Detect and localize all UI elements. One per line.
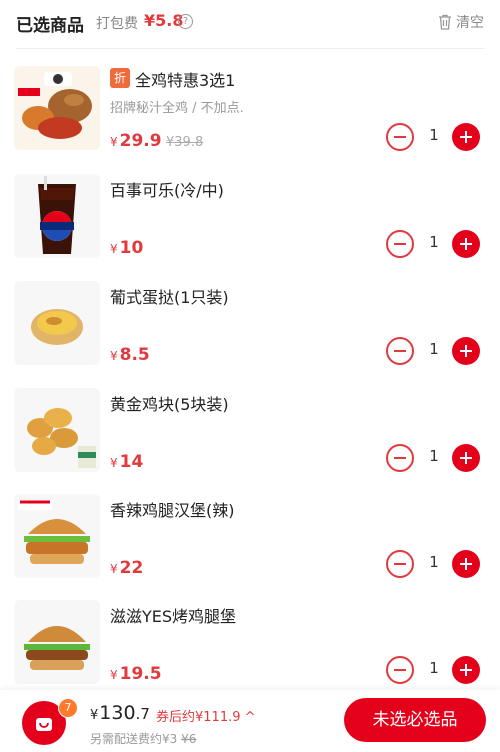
roast-chicken-image bbox=[14, 66, 100, 150]
cart-item: 葡式蛋挞(1只装) ¥8.5 1 bbox=[0, 275, 500, 375]
coupon-estimate[interactable]: 券后约¥111.9 ^ bbox=[156, 706, 256, 725]
item-image[interactable] bbox=[14, 600, 100, 684]
spicy-chicken-burger-image bbox=[14, 494, 100, 578]
quantity-stepper: 1 bbox=[386, 230, 482, 258]
item-options: 招牌秘汁全鸡 / 不加点. bbox=[110, 101, 244, 116]
increase-quantity-button[interactable] bbox=[452, 656, 480, 684]
item-original-price: ¥39.8 bbox=[166, 135, 204, 150]
header-title: 已选商品 bbox=[16, 16, 84, 36]
total-price: ¥130.7 bbox=[90, 702, 150, 724]
pepsi-cup-image bbox=[14, 174, 100, 258]
item-name: 滋滋YES烤鸡腿堡 bbox=[110, 607, 237, 626]
increase-quantity-button[interactable] bbox=[452, 230, 480, 258]
item-price: ¥8.5 bbox=[110, 345, 150, 365]
item-price: ¥19.5 bbox=[110, 664, 162, 684]
cart-item: 百事可乐(冷/中) ¥10 1 bbox=[0, 168, 500, 268]
chicken-nuggets-image bbox=[14, 388, 100, 472]
item-name: 香辣鸡腿汉堡(辣) bbox=[110, 501, 235, 520]
item-price: ¥14 bbox=[110, 452, 144, 472]
increase-quantity-button[interactable] bbox=[452, 337, 480, 365]
quantity-stepper: 1 bbox=[386, 656, 482, 684]
item-price: ¥29.9 bbox=[110, 131, 162, 151]
item-quantity: 1 bbox=[429, 447, 439, 465]
item-image[interactable] bbox=[14, 494, 100, 578]
item-name: 黄金鸡块(5块装) bbox=[110, 395, 229, 414]
quantity-stepper: 1 bbox=[386, 123, 482, 151]
item-image[interactable] bbox=[14, 388, 100, 472]
clear-cart-label: 清空 bbox=[456, 15, 484, 31]
decrease-quantity-button[interactable] bbox=[386, 337, 414, 365]
quantity-stepper: 1 bbox=[386, 444, 482, 472]
item-price: ¥22 bbox=[110, 558, 144, 578]
item-image[interactable] bbox=[14, 174, 100, 258]
item-price: ¥10 bbox=[110, 238, 144, 258]
shopping-bag-icon bbox=[36, 718, 52, 731]
checkout-button[interactable]: 未选必选品 bbox=[344, 698, 486, 742]
discount-tag: 折 bbox=[110, 68, 130, 88]
header-divider bbox=[16, 48, 484, 49]
quantity-stepper: 1 bbox=[386, 550, 482, 578]
item-image[interactable] bbox=[14, 281, 100, 365]
decrease-quantity-button[interactable] bbox=[386, 230, 414, 258]
quantity-stepper: 1 bbox=[386, 337, 482, 365]
item-image[interactable] bbox=[14, 66, 100, 150]
item-name: 百事可乐(冷/中) bbox=[110, 181, 224, 200]
decrease-quantity-button[interactable] bbox=[386, 656, 414, 684]
item-quantity: 1 bbox=[429, 340, 439, 358]
decrease-quantity-button[interactable] bbox=[386, 123, 414, 151]
grilled-chicken-burger-image bbox=[14, 600, 100, 684]
trash-icon bbox=[439, 14, 451, 30]
checkout-bar: 7 ¥130.7 券后约¥111.9 ^ 另需配送费约¥3 ¥6 未选必选品 bbox=[0, 690, 500, 752]
delivery-fee: 另需配送费约¥3 ¥6 bbox=[90, 732, 197, 746]
decrease-quantity-button[interactable] bbox=[386, 444, 414, 472]
cart-item: 黄金鸡块(5块装) ¥14 1 bbox=[0, 382, 500, 482]
egg-tart-image bbox=[14, 281, 100, 365]
item-quantity: 1 bbox=[429, 659, 439, 677]
clear-cart-button[interactable]: 清空 bbox=[438, 11, 484, 33]
item-quantity: 1 bbox=[429, 126, 439, 144]
chevron-up-icon: ^ bbox=[240, 710, 256, 725]
cart-item: 折 全鸡特惠3选1 招牌秘汁全鸡 / 不加点. ¥29.9 ¥39.8 1 bbox=[0, 60, 500, 160]
increase-quantity-button[interactable] bbox=[452, 550, 480, 578]
cart-item: 香辣鸡腿汉堡(辣) ¥22 1 bbox=[0, 488, 500, 588]
decrease-quantity-button[interactable] bbox=[386, 550, 414, 578]
cart-header: 已选商品 打包费 ¥5.8 ? 清空 bbox=[0, 0, 500, 46]
increase-quantity-button[interactable] bbox=[452, 123, 480, 151]
item-name: 葡式蛋挞(1只装) bbox=[110, 288, 229, 307]
increase-quantity-button[interactable] bbox=[452, 444, 480, 472]
item-quantity: 1 bbox=[429, 233, 439, 251]
item-name: 全鸡特惠3选1 bbox=[135, 71, 236, 90]
item-quantity: 1 bbox=[429, 553, 439, 571]
packing-fee-label: 打包费 bbox=[96, 16, 138, 32]
cart-item: 滋滋YES烤鸡腿堡 ¥19.5 1 bbox=[0, 594, 500, 694]
question-circle-icon[interactable]: ? bbox=[178, 14, 193, 29]
cart-count-badge: 7 bbox=[58, 698, 78, 718]
